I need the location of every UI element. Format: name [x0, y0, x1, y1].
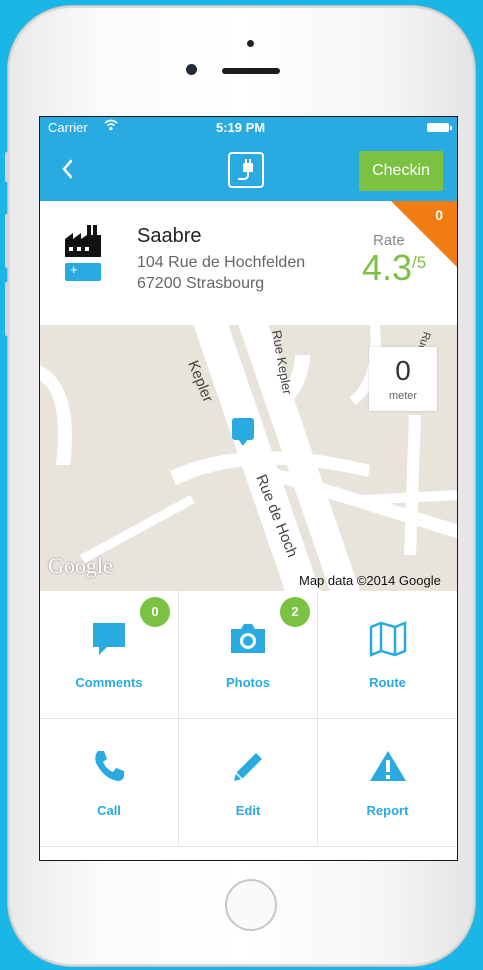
comments-badge: 0 — [140, 597, 170, 627]
distance-unit: meter — [388, 390, 418, 402]
wifi-icon — [104, 119, 118, 134]
station-header: + Saabre 104 Rue de Hochfelden 67200 Str… — [40, 201, 457, 326]
call-button[interactable]: Call — [40, 719, 179, 847]
action-grid: Comments 0 Photos 2 Route Call Edit Repo… — [40, 591, 457, 847]
pencil-icon — [230, 749, 266, 790]
route-button[interactable]: Route — [318, 591, 457, 719]
corner-badge-count: 0 — [435, 207, 443, 223]
navigation-bar: Checkin — [40, 139, 457, 201]
photos-button[interactable]: Photos 2 — [179, 591, 318, 719]
google-logo: Google — [48, 553, 113, 578]
map-icon — [369, 621, 407, 662]
bottom-strip — [40, 847, 457, 860]
battery-type-icon: + — [65, 262, 101, 281]
address-line-2: 67200 Strasbourg — [137, 275, 265, 292]
address-line-1: 104 Rue de Hochfelden — [137, 254, 306, 271]
phone-icon — [92, 749, 126, 788]
distance-value: 0 — [395, 355, 411, 386]
app-screen: Carrier 5:19 PM Checkin + Saabre 104 Rue… — [39, 116, 458, 861]
carrier-label: Carrier — [48, 120, 88, 135]
earpiece-speaker — [222, 68, 280, 74]
photos-label: Photos — [225, 675, 271, 690]
charging-station-marker-icon[interactable] — [232, 418, 254, 446]
station-name: Saabre — [137, 225, 202, 247]
edit-button[interactable]: Edit — [179, 719, 318, 847]
call-label: Call — [97, 803, 121, 818]
camera-icon — [229, 621, 267, 660]
chevron-left-icon[interactable] — [58, 155, 78, 183]
mute-switch — [5, 152, 9, 182]
status-bar: Carrier 5:19 PM — [40, 117, 457, 139]
corner-badge — [391, 201, 457, 267]
report-button[interactable]: Report — [318, 719, 457, 847]
comments-button[interactable]: Comments 0 — [40, 591, 179, 719]
map-view[interactable]: Kepler Rue Kepler Rue de Hoch Rue de Noy… — [40, 325, 457, 591]
factory-icon — [65, 223, 101, 262]
volume-down-button — [5, 282, 9, 336]
distance-box: 0 meter — [369, 347, 437, 411]
map-credit: Map data ©2014 Google — [299, 573, 441, 588]
report-label: Report — [366, 803, 409, 818]
edit-label: Edit — [235, 803, 261, 818]
volume-up-button — [5, 214, 9, 268]
photos-badge: 2 — [280, 597, 310, 627]
front-camera — [186, 64, 197, 75]
proximity-sensor — [247, 40, 254, 47]
checkin-button[interactable]: Checkin — [359, 151, 443, 191]
comments-label: Comments — [75, 675, 143, 690]
charging-plug-icon — [228, 152, 264, 188]
battery-icon — [427, 123, 452, 132]
home-button[interactable] — [225, 879, 277, 931]
comment-icon — [91, 621, 127, 662]
route-label: Route — [369, 675, 406, 690]
clock: 5:19 PM — [216, 120, 266, 135]
warning-icon — [369, 749, 407, 788]
